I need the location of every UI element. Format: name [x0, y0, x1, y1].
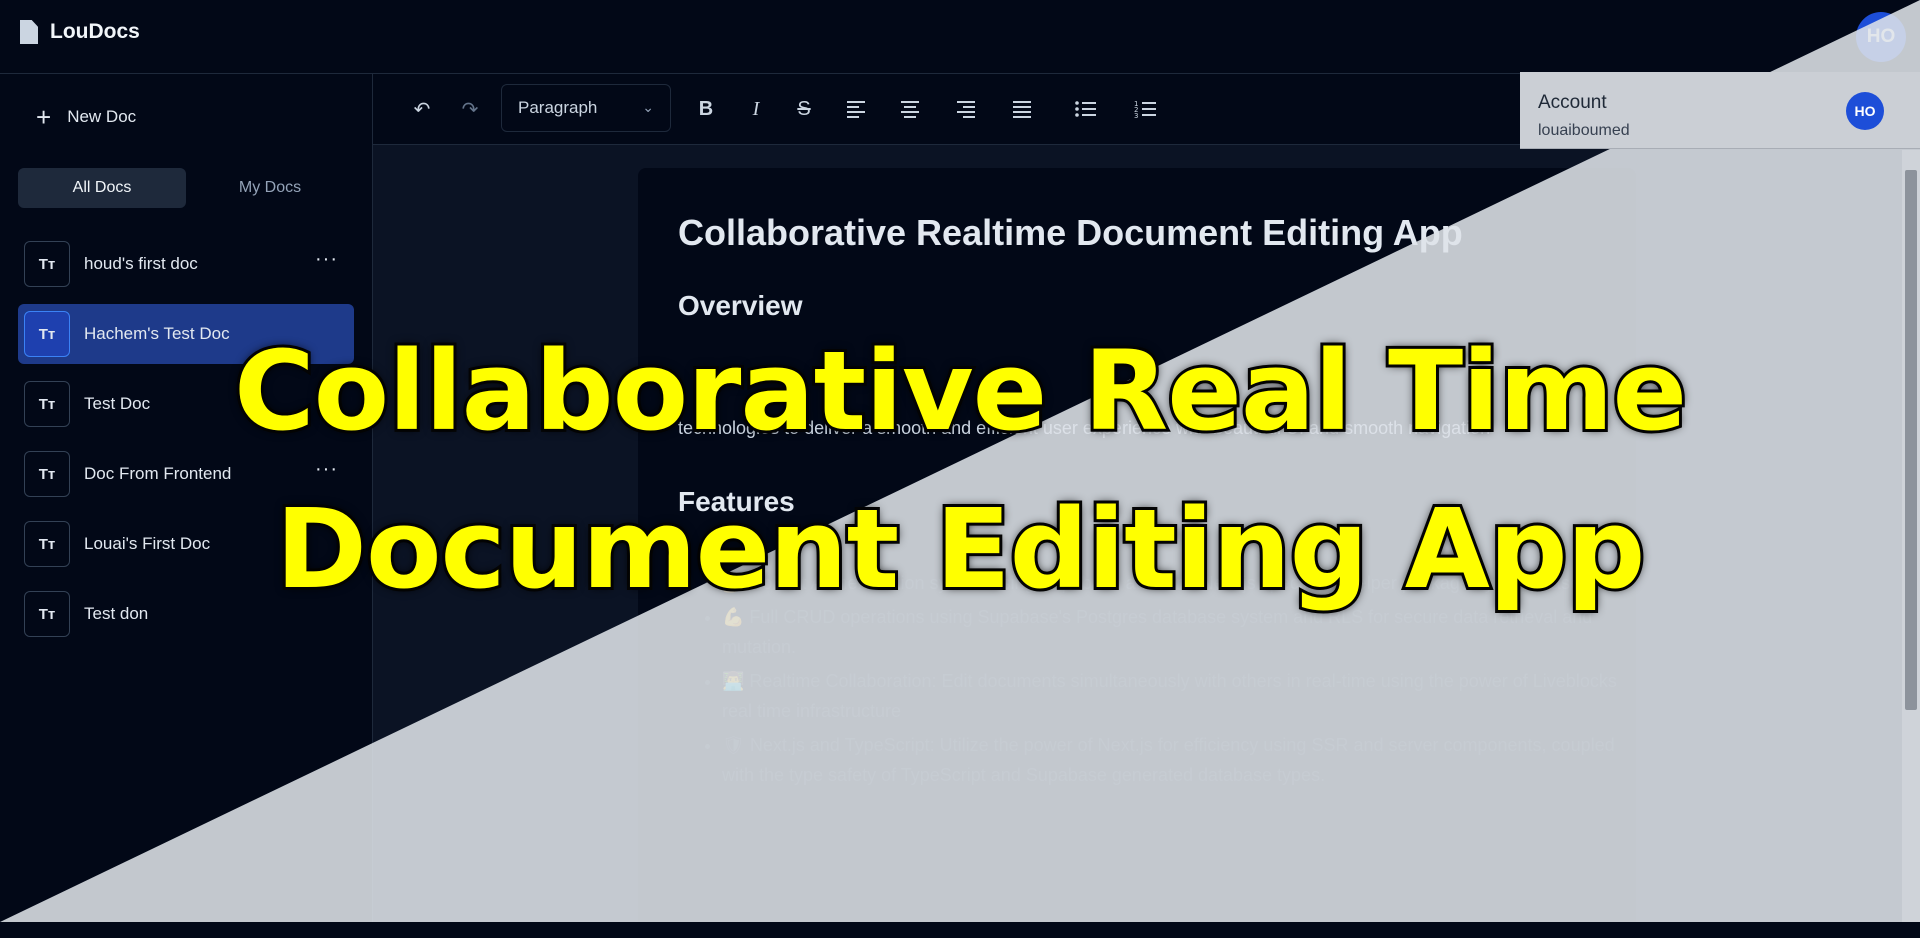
new-doc-button[interactable]: + New Doc — [36, 104, 136, 130]
bold-button[interactable]: B — [693, 94, 719, 124]
more-options-icon[interactable]: ··· — [315, 248, 338, 271]
app-title: LouDocs — [50, 20, 140, 43]
svg-text:3: 3 — [1134, 112, 1138, 119]
account-email: louaiboumed — [1538, 122, 1630, 139]
features-list: 🔐 Robust Authentication system using Sup… — [678, 568, 1622, 794]
overview-heading: Overview — [678, 290, 803, 321]
text-type-icon: Tт — [24, 451, 70, 497]
account-panel[interactable]: Account louaiboumed HO — [1520, 72, 1920, 149]
doc-item[interactable]: Tт Test Doc — [18, 374, 354, 434]
doc-list: Tт houd's first doc ··· Tт Hachem's Test… — [18, 234, 354, 654]
doc-item-active[interactable]: Tт Hachem's Test Doc — [18, 304, 354, 364]
new-doc-label: New Doc — [67, 107, 137, 126]
account-label: Account — [1538, 92, 1607, 113]
list-item: 🛡 Next.js and TypeScript: Utilize the po… — [722, 730, 1622, 790]
text-type-icon: Tт — [24, 591, 70, 637]
features-heading: Features — [678, 486, 795, 517]
doc-name: Test Doc — [84, 394, 151, 413]
scrollbar[interactable] — [1902, 150, 1920, 922]
doc-item[interactable]: Tт houd's first doc ··· — [18, 234, 354, 294]
block-type-value: Paragraph — [518, 98, 598, 117]
more-options-icon[interactable]: ··· — [315, 458, 338, 481]
list-item: 🔐 Robust Authentication system using Sup… — [722, 568, 1622, 598]
doc-name: Test don — [84, 604, 149, 623]
doc-name: Hachem's Test Doc — [84, 324, 230, 343]
top-bar: LouDocs HO — [0, 0, 1920, 74]
doc-name: Louai's First Doc — [84, 534, 211, 553]
align-center-icon[interactable] — [897, 94, 923, 124]
chevron-down-icon: ⌄ — [642, 99, 654, 115]
scrollbar-thumb[interactable] — [1905, 170, 1917, 710]
align-right-icon[interactable] — [953, 94, 979, 124]
user-avatar[interactable]: HO — [1856, 12, 1906, 62]
doc-item[interactable]: Tт Doc From Frontend ··· — [18, 444, 354, 504]
redo-icon[interactable]: ↷ — [457, 94, 483, 124]
file-icon — [20, 20, 38, 44]
align-left-icon[interactable] — [843, 94, 869, 124]
doc-name: houd's first doc — [84, 254, 198, 273]
doc-tabs: All Docs My Docs — [18, 168, 354, 208]
sidebar: + New Doc All Docs My Docs Tт houd's fir… — [0, 74, 373, 922]
bullet-list-icon[interactable] — [1073, 94, 1099, 124]
text-type-icon: Tт — [24, 241, 70, 287]
document-page[interactable]: Collaborative Realtime Document Editing … — [638, 168, 1636, 938]
list-item: 💪 Full CRUD operations using Supabase's … — [722, 602, 1622, 662]
text-type-icon: Tт — [24, 521, 70, 567]
account-avatar[interactable]: HO — [1846, 92, 1884, 130]
text-type-icon: Tт — [24, 381, 70, 427]
doc-item[interactable]: Tт Test don — [18, 584, 354, 644]
tab-my-docs[interactable]: My Docs — [186, 168, 354, 208]
plus-icon: + — [36, 102, 52, 132]
align-justify-icon[interactable] — [1009, 94, 1035, 124]
italic-button[interactable]: I — [743, 94, 769, 124]
strikethrough-button[interactable]: S — [791, 94, 817, 124]
block-type-select[interactable]: Paragraph ⌄ — [501, 84, 671, 132]
overview-text: technologies to deliver a smooth and eff… — [678, 418, 1491, 438]
numbered-list-icon[interactable]: 123 — [1133, 94, 1159, 124]
text-type-icon: Tт — [24, 311, 70, 357]
undo-icon[interactable]: ↶ — [409, 94, 435, 124]
doc-item[interactable]: Tт Louai's First Doc — [18, 514, 354, 574]
doc-name: Doc From Frontend — [84, 464, 232, 483]
tab-all-docs[interactable]: All Docs — [18, 168, 186, 208]
document-title: Collaborative Realtime Document Editing … — [678, 212, 1463, 253]
list-item: 👨‍💻 Realtime Collaboration: Edit documen… — [722, 666, 1622, 726]
brand[interactable]: LouDocs — [20, 20, 140, 44]
